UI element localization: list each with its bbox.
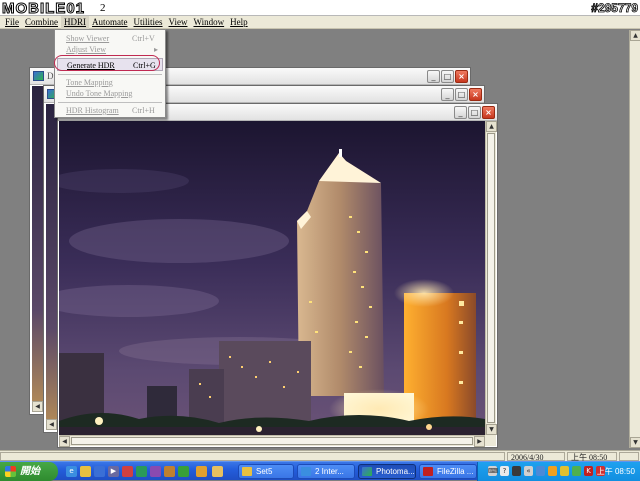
menu-separator	[58, 102, 162, 103]
minimize-icon[interactable]: _	[427, 70, 440, 83]
app-icon[interactable]	[196, 466, 207, 477]
menu-view[interactable]: View	[166, 16, 191, 29]
scroll-down-button[interactable]: ▼	[486, 424, 497, 435]
hdri-dropdown-menu: Show Viewer Ctrl+V Adjust View ▸ Generat…	[54, 29, 166, 118]
minimize-icon[interactable]: _	[454, 106, 467, 119]
close-icon[interactable]: ×	[469, 88, 482, 101]
task-button-photomatix[interactable]: Photoma...	[358, 464, 416, 479]
minimize-icon[interactable]: _	[441, 88, 454, 101]
app-icon[interactable]	[122, 466, 133, 477]
status-bar: 2006/4/30 上午 08:50	[0, 450, 640, 462]
scroll-thumb[interactable]	[487, 133, 495, 423]
close-icon[interactable]: ×	[482, 106, 495, 119]
scroll-thumb[interactable]	[71, 437, 473, 445]
app-icon[interactable]: K	[584, 466, 593, 476]
night-city-image	[59, 121, 485, 435]
close-icon[interactable]: ×	[455, 70, 468, 83]
scroll-left-button[interactable]: ◀	[59, 436, 70, 447]
status-grip	[619, 452, 639, 461]
highlight-ring	[54, 55, 160, 71]
network-icon[interactable]	[536, 466, 545, 476]
folder-icon	[242, 467, 252, 476]
filezilla-icon	[423, 467, 433, 476]
horizontal-scrollbar[interactable]: ◀ ▶	[59, 435, 485, 447]
menu-window[interactable]: Window	[190, 16, 227, 29]
media-icon[interactable]: ▶	[108, 466, 119, 477]
menu-bar: File Combine HDRI Automate Utilities Vie…	[0, 15, 640, 29]
menu-hdri[interactable]: HDRI	[61, 15, 90, 29]
scroll-right-button[interactable]: ▶	[474, 436, 485, 447]
status-time: 上午 08:50	[567, 452, 617, 462]
desktop-icon[interactable]	[94, 466, 105, 477]
app-icon[interactable]	[136, 466, 147, 477]
app-icon[interactable]	[164, 466, 175, 477]
scroll-up-button[interactable]: ▲	[630, 30, 640, 41]
keyboard-icon[interactable]: ⌨	[488, 466, 498, 476]
workspace-scrollbar[interactable]: ▲ ▼	[629, 30, 640, 448]
menu-help[interactable]: Help	[227, 16, 251, 29]
title-bar: MOBILE01 2 #295779	[0, 0, 640, 18]
ie-icon[interactable]: e	[66, 466, 77, 477]
folder-icon[interactable]	[80, 466, 91, 477]
menu-separator	[58, 74, 162, 75]
tray-clock[interactable]: 上午 08:50	[597, 462, 635, 481]
app-icon	[33, 71, 44, 81]
submenu-arrow-icon: ▸	[154, 45, 159, 54]
menu-item-undo-tone-mapping[interactable]: Undo Tone Mapping	[57, 87, 163, 100]
menu-utilities[interactable]: Utilities	[131, 16, 166, 29]
app-icon[interactable]	[212, 466, 223, 477]
vertical-scrollbar[interactable]: ▲ ▼	[485, 121, 497, 435]
ie-icon	[301, 467, 311, 476]
windows-flag-icon	[5, 466, 16, 477]
scroll-left-button[interactable]: ◀	[46, 419, 57, 430]
app-icon[interactable]	[572, 466, 581, 476]
maximize-icon[interactable]: □	[468, 106, 481, 119]
maximize-icon[interactable]: □	[441, 70, 454, 83]
window-title: D	[47, 71, 54, 81]
scroll-down-button[interactable]: ▼	[630, 437, 640, 448]
title-fragment: 2	[100, 2, 106, 14]
arrow-icon[interactable]: «	[524, 466, 533, 476]
menu-item-hdr-histogram[interactable]: HDR Histogram Ctrl+H	[57, 104, 163, 117]
status-message	[0, 452, 505, 461]
app-icon[interactable]	[150, 466, 161, 477]
app-icon[interactable]	[178, 466, 189, 477]
start-button[interactable]: 開始	[0, 462, 58, 481]
menu-automate[interactable]: Automate	[89, 16, 131, 29]
scroll-up-button[interactable]: ▲	[486, 121, 497, 132]
watermark-post-id: #295779	[591, 1, 639, 16]
hdr-night-photo	[59, 121, 485, 435]
app-icon[interactable]	[548, 466, 557, 476]
task-button-internet[interactable]: 2 Inter...	[297, 464, 355, 479]
status-date: 2006/4/30	[507, 452, 565, 462]
menu-combine[interactable]: Combine	[22, 16, 61, 29]
scroll-corner	[485, 435, 496, 446]
system-tray: ⌨ ? « K 上午 08:50	[477, 462, 640, 481]
help-icon[interactable]: ?	[500, 466, 509, 476]
menu-file[interactable]: File	[2, 16, 22, 29]
windows-taskbar: 開始 e ▶ Set5 2 Inter... Photoma... FileZi…	[0, 461, 640, 481]
scroll-left-button[interactable]: ◀	[32, 401, 43, 412]
task-button-filezilla[interactable]: FileZilla ...	[419, 464, 477, 479]
watermark-logo: MOBILE01	[1, 0, 86, 18]
app-icon[interactable]	[560, 466, 569, 476]
app-icon	[362, 467, 372, 476]
task-button-set5[interactable]: Set5	[238, 464, 294, 479]
maximize-icon[interactable]: □	[455, 88, 468, 101]
app-icon[interactable]	[512, 466, 521, 476]
